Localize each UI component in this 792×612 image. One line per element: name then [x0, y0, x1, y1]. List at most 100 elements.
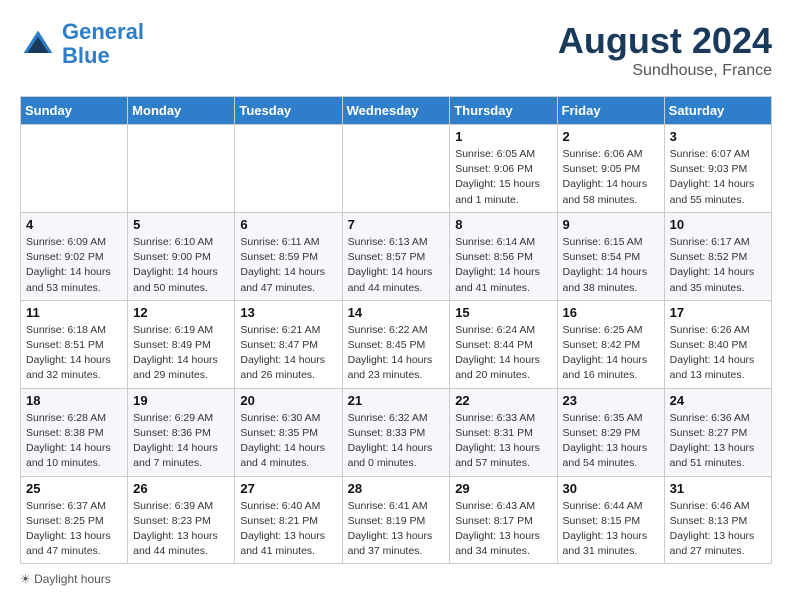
day-info: Sunrise: 6:25 AMSunset: 8:42 PMDaylight:…	[563, 323, 659, 384]
day-cell: 11 Sunrise: 6:18 AMSunset: 8:51 PMDayligh…	[21, 300, 128, 388]
day-info: Sunrise: 6:35 AMSunset: 8:29 PMDaylight:…	[563, 411, 659, 472]
week-row-1: 1 Sunrise: 6:05 AMSunset: 9:06 PMDaylight…	[21, 125, 772, 213]
day-cell: 15Sunrise: 6:24 AMSunset: 8:44 PMDayligh…	[450, 300, 557, 388]
logo: General Blue	[20, 20, 144, 68]
day-info: Sunrise: 6:14 AMSunset: 8:56 PMDaylight:…	[455, 235, 551, 296]
day-number: 12	[133, 305, 229, 320]
day-number: 21	[348, 393, 445, 408]
day-cell: 20Sunrise: 6:30 AMSunset: 8:35 PMDayligh…	[235, 388, 342, 476]
page-header: General Blue August 2024 Sundhouse, Fran…	[20, 20, 772, 80]
logo-text: General Blue	[62, 20, 144, 68]
day-cell: 16 Sunrise: 6:25 AMSunset: 8:42 PMDayligh…	[557, 300, 664, 388]
day-cell: 25 Sunrise: 6:37 AMSunset: 8:25 PMDayligh…	[21, 476, 128, 564]
day-cell: 18Sunrise: 6:28 AMSunset: 8:38 PMDayligh…	[21, 388, 128, 476]
day-cell: 24 Sunrise: 6:36 AMSunset: 8:27 PMDayligh…	[664, 388, 771, 476]
day-cell: 19 Sunrise: 6:29 AMSunset: 8:36 PMDayligh…	[128, 388, 235, 476]
day-info: Sunrise: 6:13 AMSunset: 8:57 PMDaylight:…	[348, 235, 445, 296]
column-header-thursday: Thursday	[450, 97, 557, 125]
day-cell: 1 Sunrise: 6:05 AMSunset: 9:06 PMDaylight…	[450, 125, 557, 213]
day-info: Sunrise: 6:37 AMSunset: 8:25 PMDaylight:…	[26, 499, 122, 560]
day-number: 19	[133, 393, 229, 408]
day-number: 5	[133, 217, 229, 232]
day-number: 22	[455, 393, 551, 408]
day-cell: 27Sunrise: 6:40 AMSunset: 8:21 PMDayligh…	[235, 476, 342, 564]
day-info: Sunrise: 6:46 AMSunset: 8:13 PMDaylight:…	[670, 499, 766, 560]
day-cell: 12 Sunrise: 6:19 AMSunset: 8:49 PMDayligh…	[128, 300, 235, 388]
day-info: Sunrise: 6:18 AMSunset: 8:51 PMDaylight:…	[26, 323, 122, 384]
column-header-wednesday: Wednesday	[342, 97, 450, 125]
day-info: Sunrise: 6:32 AMSunset: 8:33 PMDaylight:…	[348, 411, 445, 472]
day-cell: 21 Sunrise: 6:32 AMSunset: 8:33 PMDayligh…	[342, 388, 450, 476]
day-info: Sunrise: 6:19 AMSunset: 8:49 PMDaylight:…	[133, 323, 229, 384]
day-info: Sunrise: 6:29 AMSunset: 8:36 PMDaylight:…	[133, 411, 229, 472]
column-header-sunday: Sunday	[21, 97, 128, 125]
day-cell	[21, 125, 128, 213]
calendar-header: SundayMondayTuesdayWednesdayThursdayFrid…	[21, 97, 772, 125]
day-number: 4	[26, 217, 122, 232]
day-info: Sunrise: 6:07 AMSunset: 9:03 PMDaylight:…	[670, 147, 766, 208]
day-number: 14	[348, 305, 445, 320]
day-number: 3	[670, 129, 766, 144]
day-info: Sunrise: 6:21 AMSunset: 8:47 PMDaylight:…	[240, 323, 336, 384]
day-number: 11	[26, 305, 122, 320]
week-row-4: 18Sunrise: 6:28 AMSunset: 8:38 PMDayligh…	[21, 388, 772, 476]
column-header-saturday: Saturday	[664, 97, 771, 125]
day-info: Sunrise: 6:44 AMSunset: 8:15 PMDaylight:…	[563, 499, 659, 560]
day-number: 18	[26, 393, 122, 408]
title-block: August 2024 Sundhouse, France	[558, 20, 772, 80]
day-cell: 26 Sunrise: 6:39 AMSunset: 8:23 PMDayligh…	[128, 476, 235, 564]
week-row-3: 11 Sunrise: 6:18 AMSunset: 8:51 PMDayligh…	[21, 300, 772, 388]
day-cell	[235, 125, 342, 213]
day-number: 25	[26, 481, 122, 496]
day-info: Sunrise: 6:26 AMSunset: 8:40 PMDaylight:…	[670, 323, 766, 384]
day-cell: 6 Sunrise: 6:11 AMSunset: 8:59 PMDaylight…	[235, 212, 342, 300]
week-row-2: 4 Sunrise: 6:09 AMSunset: 9:02 PMDaylight…	[21, 212, 772, 300]
day-number: 10	[670, 217, 766, 232]
day-number: 13	[240, 305, 336, 320]
day-cell: 14 Sunrise: 6:22 AMSunset: 8:45 PMDayligh…	[342, 300, 450, 388]
day-number: 26	[133, 481, 229, 496]
day-info: Sunrise: 6:43 AMSunset: 8:17 PMDaylight:…	[455, 499, 551, 560]
day-info: Sunrise: 6:11 AMSunset: 8:59 PMDaylight:…	[240, 235, 336, 296]
month-title: August 2024	[558, 20, 772, 62]
day-cell: 5Sunrise: 6:10 AMSunset: 9:00 PMDaylight…	[128, 212, 235, 300]
day-number: 30	[563, 481, 659, 496]
day-cell: 17 Sunrise: 6:26 AMSunset: 8:40 PMDayligh…	[664, 300, 771, 388]
column-header-friday: Friday	[557, 97, 664, 125]
day-cell	[342, 125, 450, 213]
day-info: Sunrise: 6:33 AMSunset: 8:31 PMDaylight:…	[455, 411, 551, 472]
day-number: 2	[563, 129, 659, 144]
day-number: 23	[563, 393, 659, 408]
header-row: SundayMondayTuesdayWednesdayThursdayFrid…	[21, 97, 772, 125]
day-number: 20	[240, 393, 336, 408]
day-number: 24	[670, 393, 766, 408]
column-header-monday: Monday	[128, 97, 235, 125]
day-cell: 31 Sunrise: 6:46 AMSunset: 8:13 PMDayligh…	[664, 476, 771, 564]
day-info: Sunrise: 6:22 AMSunset: 8:45 PMDaylight:…	[348, 323, 445, 384]
day-number: 7	[348, 217, 445, 232]
day-cell: 9Sunrise: 6:15 AMSunset: 8:54 PMDaylight…	[557, 212, 664, 300]
day-number: 29	[455, 481, 551, 496]
day-number: 6	[240, 217, 336, 232]
footer-note: ☀ Daylight hours	[20, 572, 772, 586]
calendar-table: SundayMondayTuesdayWednesdayThursdayFrid…	[20, 96, 772, 564]
location-subtitle: Sundhouse, France	[558, 62, 772, 80]
day-info: Sunrise: 6:36 AMSunset: 8:27 PMDaylight:…	[670, 411, 766, 472]
day-number: 8	[455, 217, 551, 232]
day-cell: 7 Sunrise: 6:13 AMSunset: 8:57 PMDaylight…	[342, 212, 450, 300]
day-cell: 22 Sunrise: 6:33 AMSunset: 8:31 PMDayligh…	[450, 388, 557, 476]
column-header-tuesday: Tuesday	[235, 97, 342, 125]
day-number: 1	[455, 129, 551, 144]
day-info: Sunrise: 6:05 AMSunset: 9:06 PMDaylight:…	[455, 147, 551, 208]
day-number: 31	[670, 481, 766, 496]
day-info: Sunrise: 6:06 AMSunset: 9:05 PMDaylight:…	[563, 147, 659, 208]
day-number: 16	[563, 305, 659, 320]
logo-icon	[20, 26, 56, 62]
day-number: 28	[348, 481, 445, 496]
day-number: 17	[670, 305, 766, 320]
day-info: Sunrise: 6:09 AMSunset: 9:02 PMDaylight:…	[26, 235, 122, 296]
day-cell: 23 Sunrise: 6:35 AMSunset: 8:29 PMDayligh…	[557, 388, 664, 476]
day-cell	[128, 125, 235, 213]
calendar-body: 1 Sunrise: 6:05 AMSunset: 9:06 PMDaylight…	[21, 125, 772, 564]
day-info: Sunrise: 6:39 AMSunset: 8:23 PMDaylight:…	[133, 499, 229, 560]
